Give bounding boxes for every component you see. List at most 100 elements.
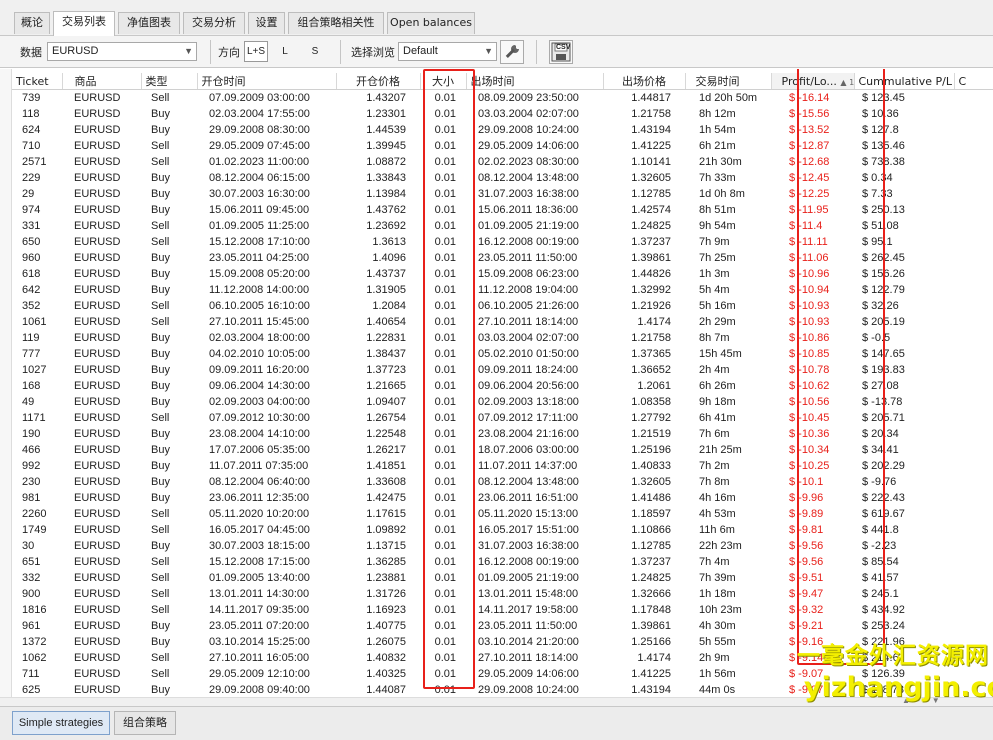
cell-open-price: 1.16923 — [366, 603, 406, 616]
cell-open-time: 03.10.2014 15:25:00 — [209, 635, 310, 648]
view-label: 选择浏览 — [351, 46, 395, 59]
cell-open-time: 08.12.2004 06:15:00 — [209, 171, 310, 184]
cell-duration: 10h 23m — [699, 603, 742, 616]
cell-close-price: 1.41486 — [631, 491, 671, 504]
cell-close-time: 15.09.2008 06:23:00 — [478, 267, 579, 280]
cell-close-time: 03.03.2004 02:07:00 — [478, 331, 579, 344]
cell-close-price: 1.21519 — [631, 427, 671, 440]
cell-ticket: 710 — [22, 139, 41, 152]
tab-trade-analysis[interactable]: 交易分析 — [183, 12, 245, 34]
cell-symbol: EURUSD — [74, 667, 121, 680]
cell-duration: 5h 55m — [699, 635, 736, 648]
cell-symbol: EURUSD — [74, 587, 121, 600]
cell-close-time: 29.05.2009 14:06:00 — [478, 667, 579, 680]
direction-ls-button[interactable]: L+S — [244, 41, 268, 62]
cell-open-time: 23.08.2004 14:10:00 — [209, 427, 310, 440]
cell-open-time: 23.06.2011 12:35:00 — [209, 491, 310, 504]
cell-ticket: 642 — [22, 283, 41, 296]
cell-open-time: 16.05.2017 04:45:00 — [209, 523, 310, 536]
cell-symbol: EURUSD — [74, 267, 121, 280]
cell-type: Buy — [151, 395, 170, 408]
view-select[interactable]: Default ▼ — [398, 42, 497, 61]
tab-portfolio-correlation[interactable]: 组合策略相关性 — [288, 12, 384, 34]
cell-duration: 44m 0s — [699, 683, 736, 696]
direction-short-button[interactable]: S — [306, 41, 324, 62]
cell-close-time: 18.07.2006 03:00:00 — [478, 443, 579, 456]
col-header-close-time[interactable]: 出场时间 — [466, 73, 604, 90]
tab-overview[interactable]: 概论 — [14, 12, 50, 34]
tab-portfolio-strategies[interactable]: 组合策略 — [114, 711, 176, 735]
cell-close-time: 01.09.2005 21:19:00 — [478, 219, 579, 232]
tab-trade-list[interactable]: 交易列表 — [53, 11, 115, 37]
cell-symbol: EURUSD — [74, 299, 121, 312]
cell-type: Buy — [151, 539, 170, 552]
tab-settings[interactable]: 设置 — [248, 12, 285, 34]
cell-type: Sell — [151, 299, 170, 312]
cell-close-price: 1.27792 — [631, 411, 671, 424]
cell-type: Buy — [151, 251, 170, 264]
cell-ticket: 711 — [22, 667, 40, 680]
direction-long-button[interactable]: L — [276, 41, 294, 62]
cell-close-time: 08.09.2009 23:50:00 — [478, 91, 579, 104]
data-select[interactable]: EURUSD ▼ — [47, 42, 197, 61]
cell-open-price: 1.09407 — [366, 395, 406, 408]
cell-open-time: 15.09.2008 05:20:00 — [209, 267, 310, 280]
cell-symbol: EURUSD — [74, 171, 121, 184]
cell-duration: 7h 39m — [699, 571, 736, 584]
cell-symbol: EURUSD — [74, 411, 121, 424]
cell-close-price: 1.37365 — [631, 347, 671, 360]
cell-ticket: 466 — [22, 443, 41, 456]
cell-duration: 7h 2m — [699, 459, 730, 472]
tab-simple-strategies[interactable]: Simple strategies — [12, 711, 110, 735]
cell-open-time: 05.11.2020 10:20:00 — [209, 507, 310, 520]
cell-ticket: 29 — [22, 187, 35, 200]
cell-close-time: 05.02.2010 01:50:00 — [478, 347, 579, 360]
cell-symbol: EURUSD — [74, 347, 121, 360]
cell-duration: 2h 9m — [699, 651, 730, 664]
cell-ticket: 624 — [22, 123, 41, 136]
cell-open-time: 29.09.2008 08:30:00 — [209, 123, 310, 136]
cell-overflow — [954, 506, 993, 522]
cell-symbol: EURUSD — [74, 507, 121, 520]
col-header-open-price[interactable]: 开仓价格 — [336, 73, 421, 90]
cell-close-price: 1.18597 — [631, 507, 671, 520]
toolbar: 数据 EURUSD ▼ 方向 L+S L S 选择浏览 Default ▼ CS… — [0, 36, 993, 68]
cell-duration: 21h 30m — [699, 155, 742, 168]
cell-duration: 9h 18m — [699, 395, 736, 408]
col-header-duration[interactable]: 交易时间 — [685, 73, 772, 90]
cell-overflow — [954, 202, 993, 218]
cell-type: Sell — [151, 667, 170, 680]
cell-close-time: 09.09.2011 18:24:00 — [478, 363, 579, 376]
col-header-ticket[interactable]: Ticket — [12, 73, 63, 90]
cell-close-price: 1.39861 — [631, 251, 671, 264]
cell-close-time: 16.05.2017 15:51:00 — [478, 523, 579, 536]
col-header-symbol[interactable]: 商品 — [62, 73, 142, 90]
cell-open-time: 11.12.2008 14:00:00 — [209, 283, 310, 296]
cell-close-time: 29.09.2008 10:24:00 — [478, 683, 579, 696]
cell-open-price: 1.22548 — [366, 427, 406, 440]
cell-open-price: 1.40325 — [366, 667, 406, 680]
direction-label: 方向 — [218, 46, 240, 59]
cell-type: Sell — [151, 523, 170, 536]
cell-close-time: 23.05.2011 11:50:00 — [478, 619, 578, 632]
cell-open-time: 14.11.2017 09:35:00 — [209, 603, 310, 616]
cell-open-time: 11.07.2011 07:35:00 — [209, 459, 309, 472]
cell-close-time: 03.03.2004 02:07:00 — [478, 107, 579, 120]
cell-open-price: 1.43737 — [366, 267, 406, 280]
csv-label: CSV — [556, 44, 571, 51]
col-header-type[interactable]: 类型 — [141, 73, 198, 90]
tab-equity-chart[interactable]: 净值图表 — [118, 12, 180, 34]
cell-ticket: 118 — [22, 107, 40, 120]
cell-open-price: 1.43207 — [366, 91, 406, 104]
cell-symbol: EURUSD — [74, 251, 121, 264]
cell-type: Sell — [151, 555, 170, 568]
top-tab-bar: 概论 交易列表 净值图表 交易分析 设置 组合策略相关性 Open balanc… — [0, 0, 993, 37]
col-header-open-time[interactable]: 开仓时间 — [197, 73, 337, 90]
col-header-close-price[interactable]: 出场价格 — [603, 73, 686, 90]
cell-ticket: 1062 — [22, 651, 47, 664]
cell-type: Buy — [151, 187, 170, 200]
cell-ticket: 2260 — [22, 507, 47, 520]
view-settings-button[interactable] — [500, 40, 524, 64]
tab-open-balances[interactable]: Open balances — [387, 12, 475, 34]
cell-type: Sell — [151, 219, 170, 232]
